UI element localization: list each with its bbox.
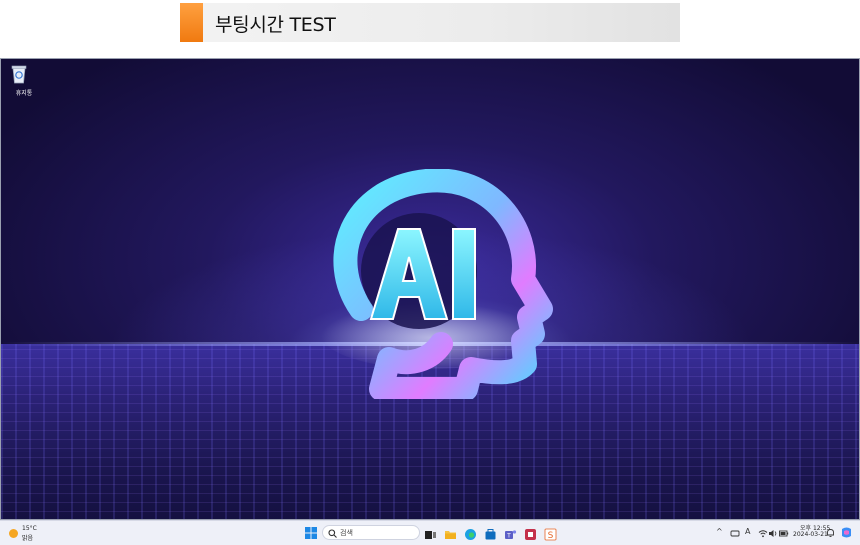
search-icon [328, 529, 337, 538]
svg-text:T: T [506, 533, 511, 540]
taskbar-search-box[interactable]: 검색 [322, 525, 420, 540]
wallpaper-ai-logo [321, 169, 553, 399]
copilot-icon[interactable] [840, 526, 853, 539]
weather-temp: 15°C [22, 525, 37, 532]
office-icon[interactable] [524, 526, 537, 540]
recycle-bin-icon [11, 65, 27, 84]
clock-date[interactable]: 2024-03-21 [793, 531, 828, 538]
file-explorer-icon[interactable] [444, 526, 457, 539]
edge-icon[interactable] [464, 526, 477, 540]
task-view-icon[interactable] [424, 526, 437, 539]
title-banner: 부팅시간 TEST [180, 3, 680, 42]
tray-overflow-chevron[interactable]: ^ [716, 527, 723, 536]
network-icon[interactable] [730, 529, 740, 538]
wifi-icon[interactable] [758, 529, 768, 538]
svg-text:S: S [548, 531, 554, 541]
volume-icon[interactable] [768, 529, 778, 538]
ime-indicator[interactable]: A [745, 527, 750, 536]
desktop[interactable]: 휴지통 [0, 58, 860, 520]
desktop-icon-recycle-bin[interactable]: 휴지통 [7, 63, 32, 97]
banner-accent-bar [180, 3, 203, 42]
teams-icon[interactable]: T [504, 526, 517, 540]
weather-widget[interactable]: 15°C 맑음 [8, 525, 48, 543]
desktop-icon-label: 휴지통 [15, 90, 33, 97]
weather-desc: 맑음 [22, 535, 34, 542]
app-s-icon[interactable]: S [544, 526, 557, 541]
battery-icon[interactable] [779, 529, 789, 538]
notification-bell-icon[interactable] [826, 528, 835, 538]
banner-title: 부팅시간 TEST [215, 14, 336, 36]
store-icon[interactable] [484, 526, 497, 540]
taskbar: 15°C 맑음 검색 T S ^ A 오후 12:55 2024-03-21 [0, 520, 860, 545]
sun-icon [9, 529, 18, 538]
windows-start-icon[interactable] [305, 527, 317, 539]
search-placeholder: 검색 [340, 529, 353, 537]
